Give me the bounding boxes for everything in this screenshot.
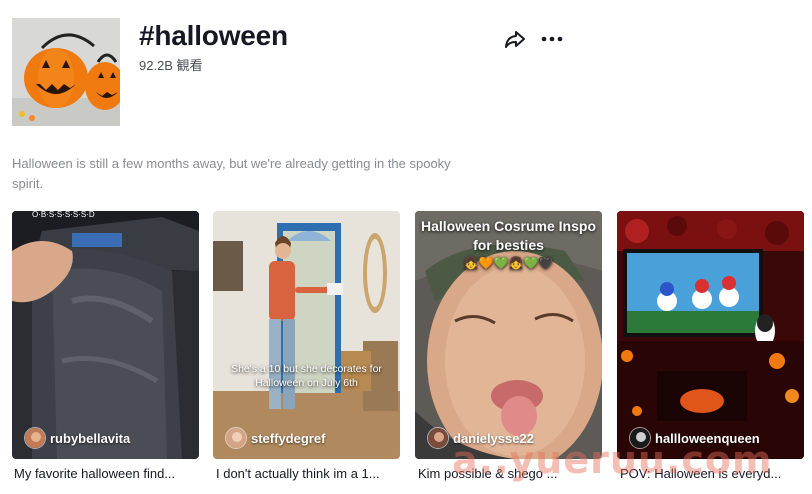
video-thumbnail bbox=[213, 211, 400, 459]
avatar bbox=[629, 427, 651, 449]
video-overlay-title: Halloween Cosrume Inspo for besties bbox=[420, 218, 597, 253]
view-count: 92.2B 観看 bbox=[139, 58, 203, 73]
username: danielysse22 bbox=[453, 430, 534, 446]
avatar bbox=[427, 427, 449, 449]
hashtag-title: #halloween bbox=[139, 20, 288, 51]
username: hallloweenqueen bbox=[655, 430, 760, 446]
video-author[interactable]: steffydegref bbox=[225, 427, 325, 449]
video-caption[interactable]: POV: Halloween is everyd... bbox=[620, 466, 807, 481]
video-caption[interactable]: I don't actually think im a 1... bbox=[216, 466, 403, 481]
avatar bbox=[24, 427, 46, 449]
hashtag-description: Halloween is still a few months away, bu… bbox=[12, 156, 451, 191]
video-thumbnail: O·B·S·S·S·S·S·D bbox=[12, 211, 199, 459]
username: steffydegref bbox=[251, 430, 326, 446]
more-options-icon[interactable] bbox=[539, 27, 565, 51]
avatar bbox=[225, 427, 247, 449]
username: rubybellavita bbox=[50, 430, 131, 446]
video-overlay-text: She's a 10 but she decorates for Hallowe… bbox=[231, 363, 382, 389]
video-overlay-emoji: 👧🧡💚👧💚🖤 bbox=[463, 256, 554, 270]
video-author[interactable]: danielysse22 bbox=[427, 427, 534, 449]
video-caption[interactable]: Kim possible & shego ... bbox=[418, 466, 605, 481]
hashtag-cover-image bbox=[12, 18, 120, 126]
video-caption[interactable]: My favorite halloween find... bbox=[14, 466, 201, 481]
video-card-2[interactable]: She's a 10 but she decorates for Hallowe… bbox=[213, 211, 400, 459]
video-author[interactable]: hallloweenqueen bbox=[629, 427, 760, 449]
video-thumbnail bbox=[617, 211, 804, 459]
video-author[interactable]: rubybellavita bbox=[24, 427, 130, 449]
share-icon[interactable] bbox=[503, 27, 527, 51]
video-card-1[interactable]: O·B·S·S·S·S·S·D rubybellavita bbox=[12, 211, 199, 459]
video-card-3[interactable]: Halloween Cosrume Inspo for besties 👧🧡💚👧… bbox=[415, 211, 602, 459]
svg-text:O·B·S·S·S·S·S·D: O·B·S·S·S·S·S·D bbox=[32, 211, 95, 219]
video-card-4[interactable]: hallloweenqueen bbox=[617, 211, 804, 459]
